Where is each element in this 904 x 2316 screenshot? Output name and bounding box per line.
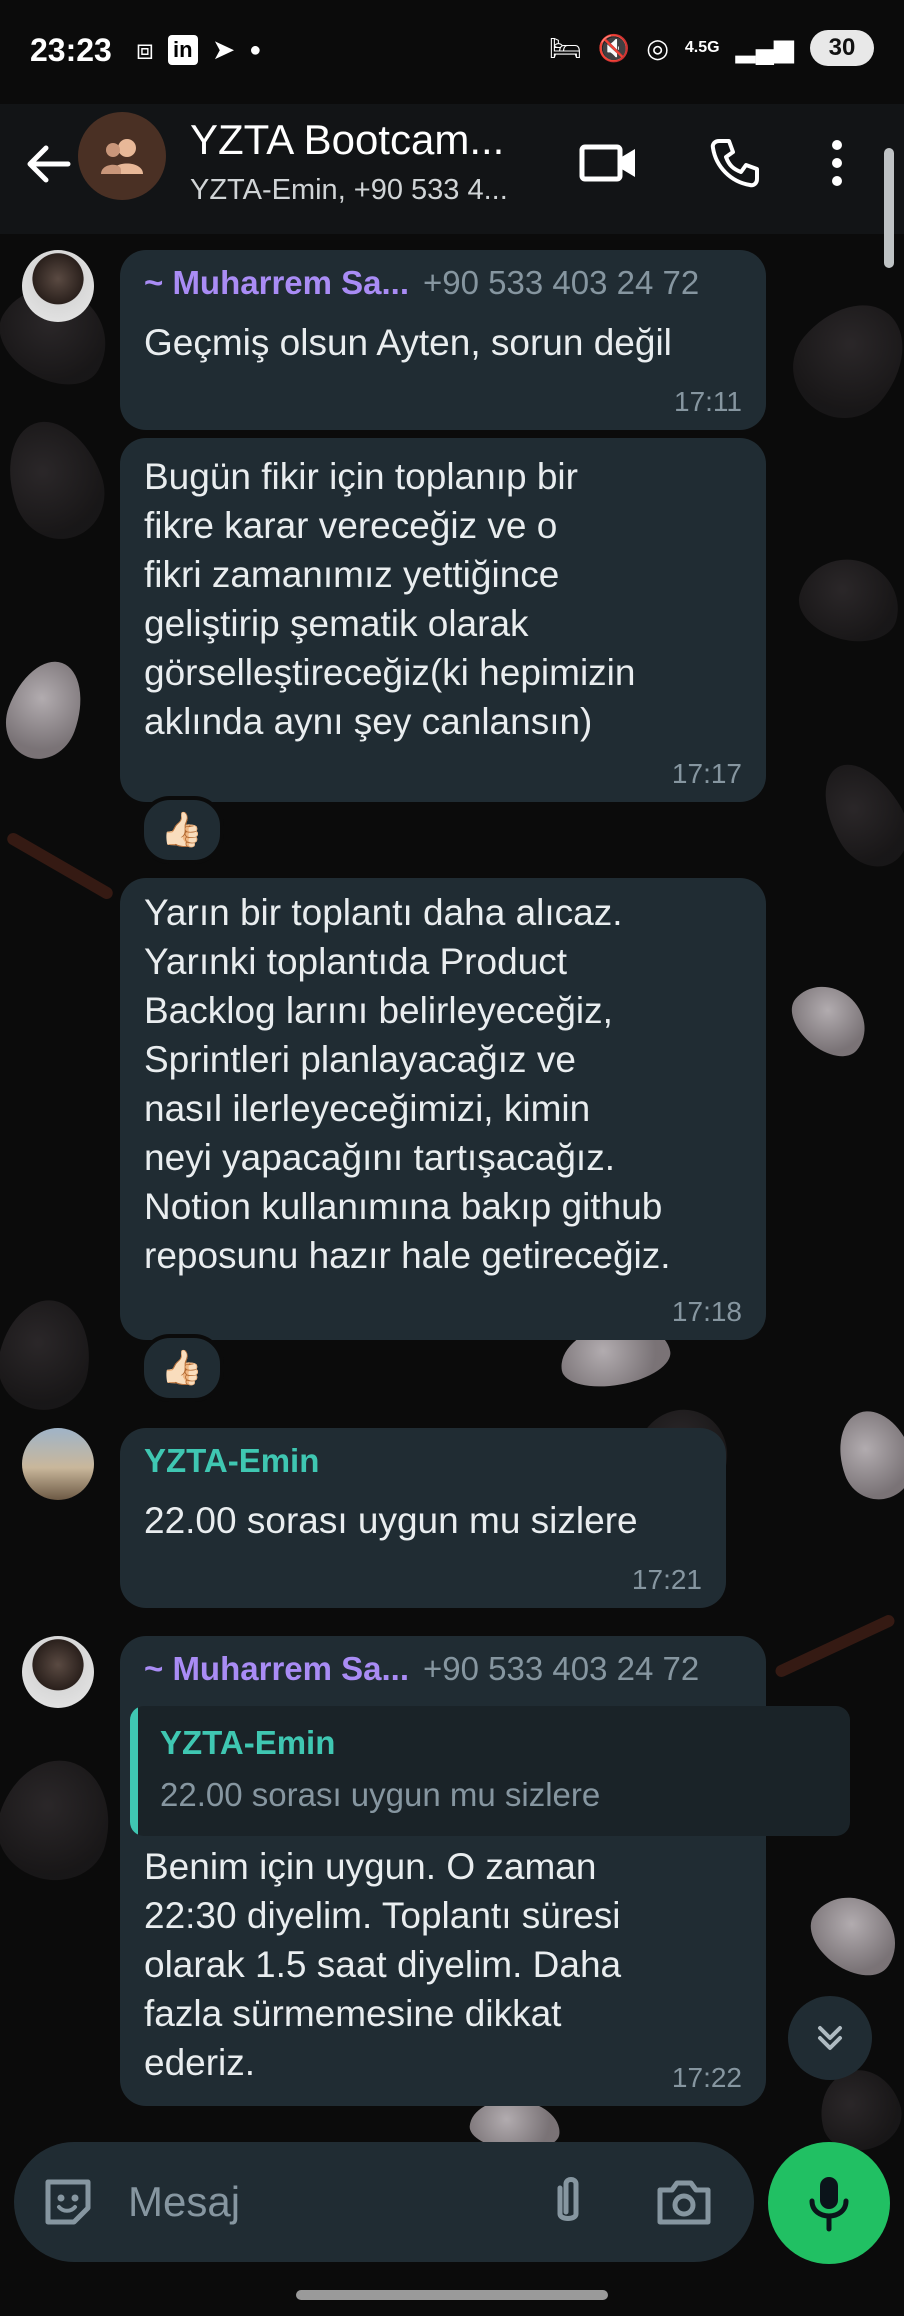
reaction-badge[interactable]: 👍🏻 (140, 1334, 224, 1402)
sender-row: YZTA-Emin (144, 1442, 319, 1480)
quote-accent-bar (130, 1706, 138, 1836)
status-bar: 23:23 ⧈ in ➤ ● 🛏 🔇 ◎ 4.5G ▂▄▆ 30 (0, 0, 904, 104)
sender-row: ~ Muharrem Sa... +90 533 403 24 72 (144, 1650, 699, 1688)
linkedin-icon: in (167, 35, 198, 65)
home-indicator[interactable] (296, 2290, 608, 2300)
message-time: 17:11 (674, 386, 742, 417)
mute-icon: 🔇 (597, 33, 631, 63)
message-bubble[interactable]: ~ Muharrem Sa... +90 533 403 24 72 YZTA-E… (120, 1636, 850, 2106)
more-options-icon (832, 140, 842, 186)
attach-icon (557, 2177, 579, 2221)
back-arrow-icon (27, 145, 71, 183)
sender-name[interactable]: ~ Muharrem Sa... (144, 264, 409, 301)
sleep-mode-icon: 🛏 (548, 33, 582, 63)
message-bubble[interactable]: ~ Muharrem Sa... +90 533 403 24 72 Geçmiş… (120, 250, 766, 430)
chat-scrollbar[interactable] (884, 148, 894, 268)
notification-icons: ⧈ in ➤ ● (136, 32, 261, 68)
message-time: 17:21 (631, 1564, 702, 1595)
scroll-down-icon (818, 2026, 842, 2050)
group-avatar[interactable] (78, 112, 166, 200)
message-text: Geçmiş olsun Ayten, sorun değil (144, 322, 672, 363)
more-notifications-dot-icon: ● (249, 39, 262, 61)
camera-icon (657, 2180, 711, 2225)
video-call-icon (579, 144, 635, 182)
sender-phone: +90 533 403 24 72 (423, 264, 700, 301)
sender-avatar[interactable] (22, 1636, 94, 1708)
message-text: 22.00 sorası uygun mu sizlere (144, 1500, 638, 1541)
sticker-icon (45, 2179, 91, 2225)
quoted-message[interactable]: YZTA-Emin 22.00 sorası uygun mu sizlere (130, 1706, 850, 1836)
message-text: Bugün fikir için toplanıp bir fikre kara… (144, 456, 636, 742)
system-icons: 🛏 🔇 ◎ 4.5G ▂▄▆ 30 (549, 30, 874, 66)
sender-avatar[interactable] (22, 250, 94, 322)
back-button[interactable] (18, 134, 78, 194)
voice-call-icon (710, 139, 759, 188)
reaction-badge[interactable]: 👍🏻 (140, 796, 224, 864)
signal-icon: ▂▄▆ (735, 33, 794, 63)
status-time: 23:23 (30, 32, 112, 68)
telegram-icon: ➤ (211, 34, 236, 65)
scroll-to-bottom-button[interactable] (788, 1996, 872, 2080)
message-time: 17:22 (671, 2062, 742, 2093)
group-icon (101, 139, 143, 174)
mic-icon (809, 2177, 849, 2232)
video-call-button[interactable] (574, 128, 644, 198)
chat-header: YZTA Bootcam... YZTA-Emin, +90 533 4... (0, 104, 904, 234)
message-text: Benim için uygun. O zaman 22:30 diyelim.… (144, 1846, 622, 2083)
message-bubble[interactable]: YZTA-Emin 22.00 sorası uygun mu sizlere … (120, 1428, 726, 1608)
message-input[interactable]: Mesaj (128, 2178, 240, 2226)
sender-avatar[interactable] (22, 1428, 94, 1500)
voice-message-button[interactable] (768, 2142, 890, 2264)
quote-text: 22.00 sorası uygun mu sizlere (160, 1776, 601, 1813)
battery-indicator: 30 (810, 30, 874, 66)
sender-phone: +90 533 403 24 72 (423, 1650, 700, 1687)
thumbs-up-icon: 👍🏻 (160, 1349, 204, 1387)
sender-name[interactable]: ~ Muharrem Sa... (144, 1650, 409, 1687)
network-type-label: 4.5G (684, 39, 720, 56)
thumbs-up-icon: 👍🏻 (160, 811, 204, 849)
sender-name[interactable]: YZTA-Emin (144, 1442, 319, 1479)
message-text: Yarın bir toplantı daha alıcaz. Yarınki … (144, 892, 671, 1276)
message-bubble[interactable]: Yarın bir toplantı daha alıcaz. Yarınki … (120, 878, 766, 1340)
camera-button[interactable] (652, 2170, 716, 2234)
more-options-button[interactable] (812, 128, 862, 198)
message-composer: Mesaj (14, 2142, 754, 2262)
message-bubble[interactable]: Bugün fikir için toplanıp bir fikre kara… (120, 438, 766, 802)
quote-sender: YZTA-Emin (160, 1724, 336, 1761)
attach-button[interactable] (536, 2170, 600, 2234)
message-time: 17:17 (671, 758, 742, 789)
message-time: 17:18 (671, 1296, 742, 1327)
chat-members[interactable]: YZTA-Emin, +90 533 4... (190, 174, 508, 207)
voice-call-button[interactable] (700, 128, 770, 198)
chat-title[interactable]: YZTA Bootcam... (190, 116, 504, 164)
hotspot-icon: ◎ (646, 33, 669, 63)
sender-row: ~ Muharrem Sa... +90 533 403 24 72 (144, 264, 699, 302)
screenshot-icon: ⧈ (136, 34, 154, 65)
sticker-button[interactable] (38, 2172, 98, 2232)
